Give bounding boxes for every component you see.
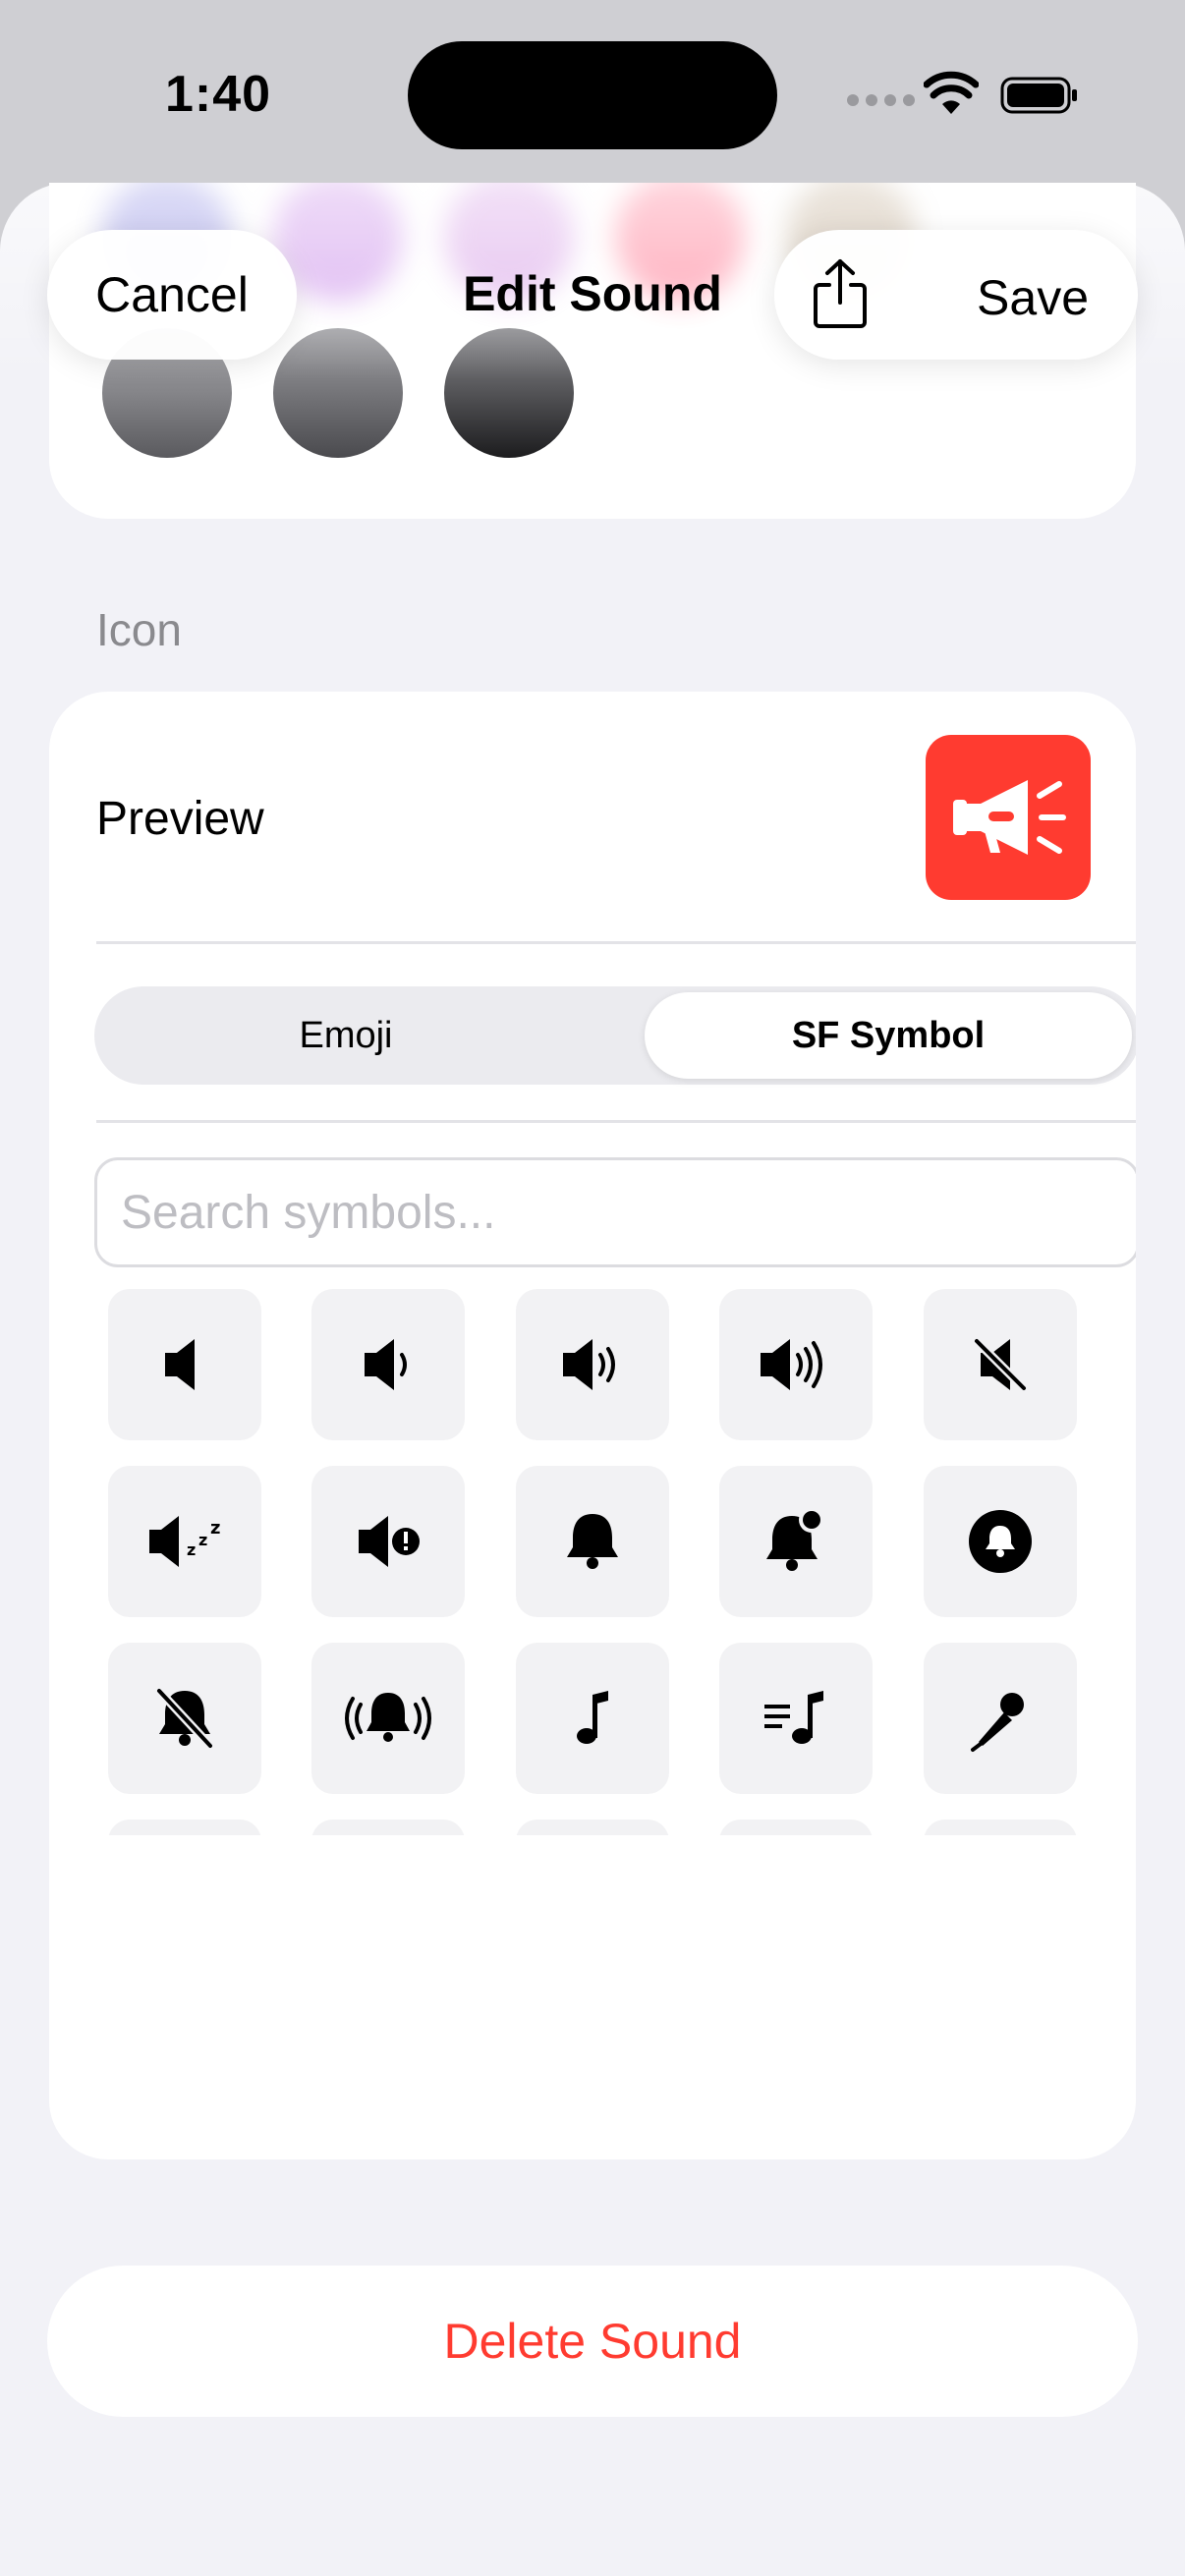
symbol-tile[interactable] xyxy=(108,1643,261,1794)
symbol-tile[interactable] xyxy=(516,1466,669,1617)
symbol-tile[interactable] xyxy=(516,1820,669,1835)
megaphone-icon xyxy=(953,780,1066,855)
speaker-wave-2-icon xyxy=(563,1339,615,1390)
segment-sf-symbol[interactable]: SF Symbol xyxy=(645,992,1132,1079)
delete-sound-button[interactable]: Delete Sound xyxy=(47,2266,1138,2417)
battery-icon xyxy=(1000,77,1077,114)
save-button[interactable]: Save xyxy=(977,269,1089,326)
bell-and-waves-icon xyxy=(345,1693,431,1742)
symbol-tile[interactable] xyxy=(311,1466,465,1617)
symbol-grid: zzz xyxy=(108,1289,1091,1835)
symbol-tile[interactable] xyxy=(516,1643,669,1794)
speaker-slash-icon xyxy=(973,1337,1028,1392)
symbol-tile[interactable] xyxy=(311,1643,465,1794)
symbol-tile[interactable] xyxy=(108,1820,261,1835)
segment-emoji[interactable]: Emoji xyxy=(100,992,592,1079)
cellular-signal-icon xyxy=(847,94,915,106)
symbol-tile[interactable] xyxy=(719,1643,873,1794)
symbol-tile[interactable] xyxy=(924,1643,1077,1794)
music-note-list-icon xyxy=(764,1691,823,1744)
speaker-badge-exclamation-icon xyxy=(359,1516,420,1567)
symbol-tile[interactable] xyxy=(311,1820,465,1835)
symbol-tile[interactable] xyxy=(719,1820,873,1835)
svg-text:z: z xyxy=(198,1531,207,1549)
symbol-tile[interactable] xyxy=(311,1289,465,1440)
status-time: 1:40 xyxy=(165,66,272,123)
svg-text:z: z xyxy=(210,1518,220,1539)
symbol-tile[interactable] xyxy=(924,1466,1077,1617)
icon-card: Preview Emoji SF Symbol Search symbols..… xyxy=(49,692,1136,2159)
icon-section-label: Icon xyxy=(96,604,182,655)
symbol-tile[interactable]: zzz xyxy=(108,1466,261,1617)
preview-icon-tile xyxy=(926,735,1091,900)
music-note-icon xyxy=(577,1691,608,1744)
bell-icon xyxy=(567,1514,618,1569)
symbol-tile[interactable] xyxy=(108,1289,261,1440)
symbol-tile[interactable] xyxy=(924,1289,1077,1440)
speaker-wave-3-icon xyxy=(761,1339,822,1390)
share-icon[interactable] xyxy=(810,257,871,330)
dynamic-island xyxy=(408,41,777,149)
bell-badge-icon xyxy=(766,1507,824,1571)
actions-pill: Save xyxy=(774,230,1138,360)
speaker-zzz-icon: zzz xyxy=(149,1516,220,1567)
symbol-tile[interactable] xyxy=(516,1289,669,1440)
symbol-tile[interactable] xyxy=(719,1289,873,1440)
speaker-wave-1-icon xyxy=(365,1339,407,1390)
bell-circle-icon xyxy=(969,1510,1032,1573)
icon-type-segmented-control: Emoji SF Symbol xyxy=(94,986,1136,1085)
edit-sound-sheet: Preview Emoji SF Symbol Search symbols..… xyxy=(0,183,1185,2576)
divider xyxy=(96,941,1136,944)
microphone-icon xyxy=(971,1693,1024,1752)
wifi-icon xyxy=(924,71,979,114)
search-symbols-input[interactable] xyxy=(94,1157,1136,1267)
bell-slash-icon xyxy=(155,1687,214,1750)
speaker-icon xyxy=(165,1339,195,1390)
symbol-tile[interactable] xyxy=(719,1466,873,1617)
divider xyxy=(96,1120,1136,1123)
status-bar: 1:40 xyxy=(0,0,1185,187)
svg-text:z: z xyxy=(187,1540,196,1559)
symbol-tile[interactable] xyxy=(924,1820,1077,1835)
preview-label: Preview xyxy=(96,793,264,845)
